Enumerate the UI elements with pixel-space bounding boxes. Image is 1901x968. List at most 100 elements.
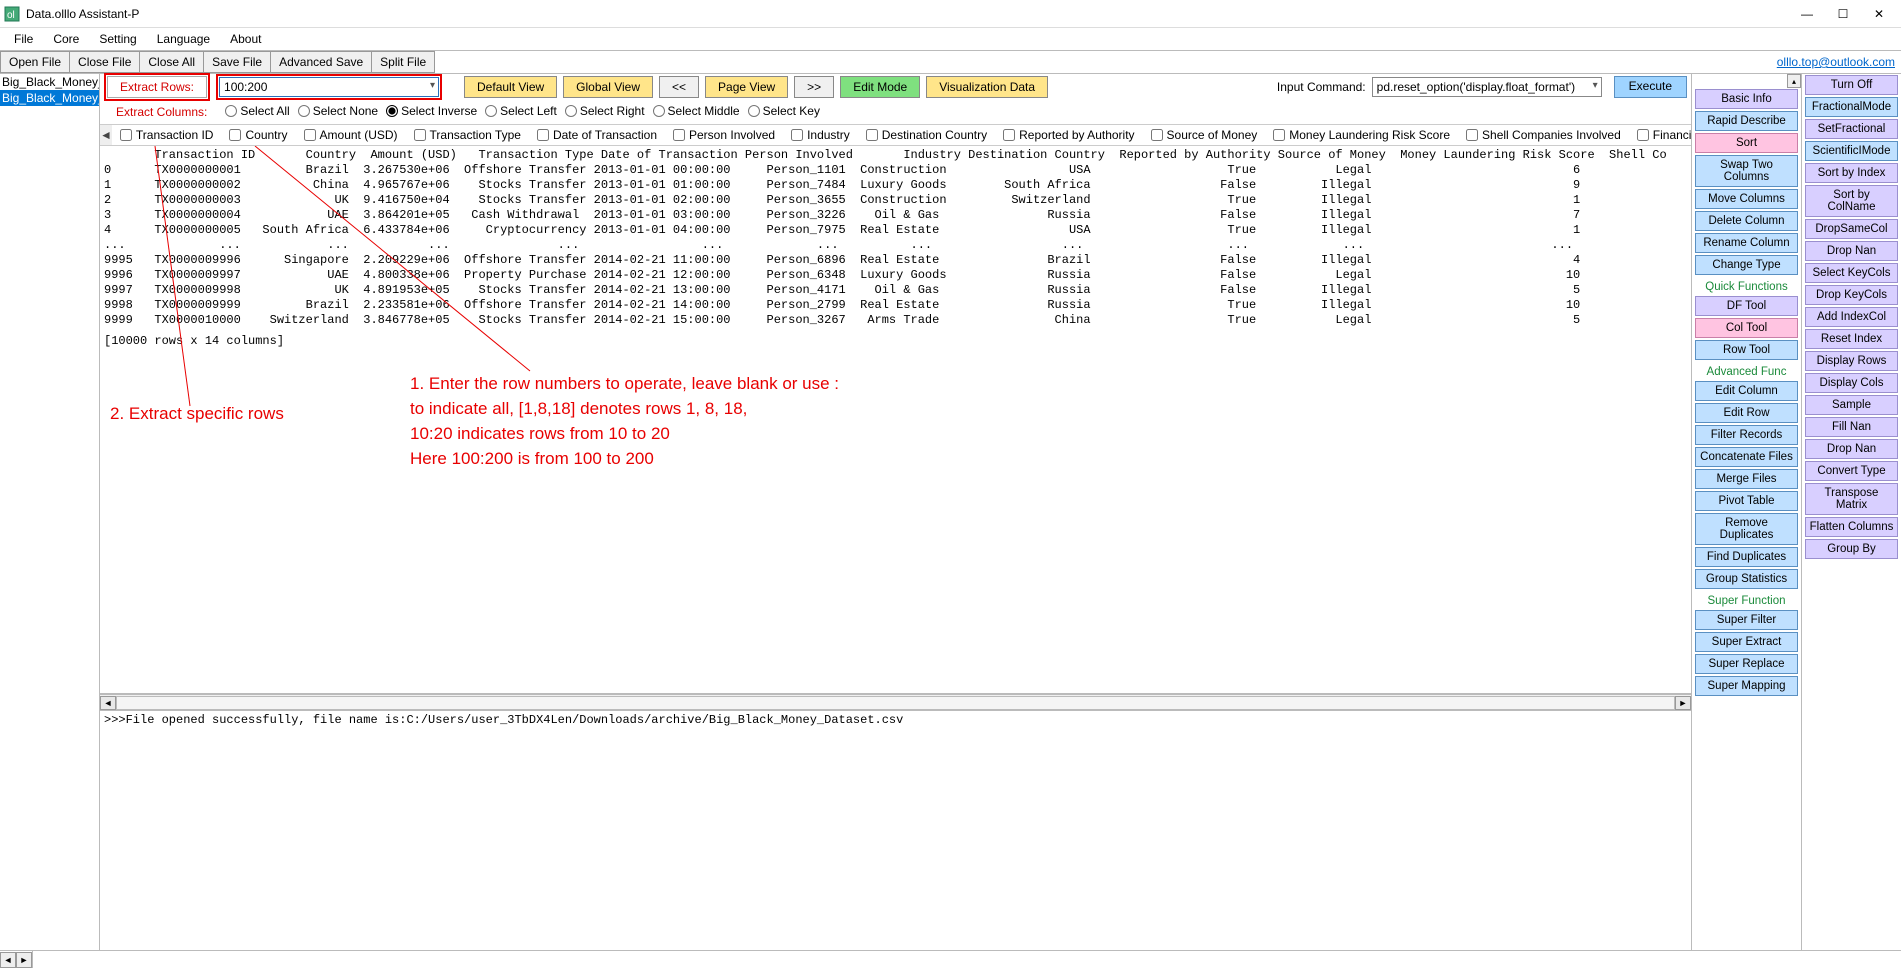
panel-select-keycols[interactable]: Select KeyCols	[1805, 263, 1898, 283]
panel-edit-row[interactable]: Edit Row	[1695, 403, 1798, 423]
radio-select-left[interactable]: Select Left	[485, 104, 557, 118]
toolbar-close-file[interactable]: Close File	[69, 51, 140, 73]
panel-swap-two-columns[interactable]: Swap Two Columns	[1695, 155, 1798, 187]
file-item[interactable]: Big_Black_Money_Data	[0, 90, 99, 106]
panel-reset-index[interactable]: Reset Index	[1805, 329, 1898, 349]
panel-group-by[interactable]: Group By	[1805, 539, 1898, 559]
scroll-left-icon[interactable]: ◄	[100, 125, 112, 145]
next-page-button[interactable]: >>	[794, 76, 834, 98]
panel-remove-duplicates[interactable]: Remove Duplicates	[1695, 513, 1798, 545]
panel-add-indexcol[interactable]: Add IndexCol	[1805, 307, 1898, 327]
file-list[interactable]: Big_Black_Money_DataBig_Black_Money_Data	[0, 74, 100, 950]
toolbar-save-file[interactable]: Save File	[203, 51, 271, 73]
radio-select-middle[interactable]: Select Middle	[653, 104, 740, 118]
panel-rapid-describe[interactable]: Rapid Describe	[1695, 111, 1798, 131]
global-view-button[interactable]: Global View	[563, 76, 653, 98]
column-check-amount-usd-[interactable]: Amount (USD)	[304, 128, 398, 142]
default-view-button[interactable]: Default View	[464, 76, 557, 98]
column-check-shell-companies-involved[interactable]: Shell Companies Involved	[1466, 128, 1621, 142]
radio-select-none[interactable]: Select None	[298, 104, 378, 118]
column-check-person-involved[interactable]: Person Involved	[673, 128, 775, 142]
panel-drop-keycols[interactable]: Drop KeyCols	[1805, 285, 1898, 305]
panel-move-columns[interactable]: Move Columns	[1695, 189, 1798, 209]
menu-core[interactable]: Core	[43, 30, 89, 48]
toolbar-close-all[interactable]: Close All	[139, 51, 204, 73]
panel-fill-nan[interactable]: Fill Nan	[1805, 417, 1898, 437]
column-check-money-laundering-risk-score[interactable]: Money Laundering Risk Score	[1273, 128, 1450, 142]
scroll-up-icon[interactable]: ▴	[1787, 74, 1801, 88]
panel-merge-files[interactable]: Merge Files	[1695, 469, 1798, 489]
panel-df-tool[interactable]: DF Tool	[1695, 296, 1798, 316]
panel-sort-by-colname[interactable]: Sort by ColName	[1805, 185, 1898, 217]
toolbar-split-file[interactable]: Split File	[371, 51, 435, 73]
column-check-reported-by-authority[interactable]: Reported by Authority	[1003, 128, 1134, 142]
panel-super-mapping[interactable]: Super Mapping	[1695, 676, 1798, 696]
menu-file[interactable]: File	[4, 30, 43, 48]
panel-transpose-matrix[interactable]: Transpose Matrix	[1805, 483, 1898, 515]
extract-rows-button[interactable]: Extract Rows:	[107, 76, 207, 98]
panel-basic-info[interactable]: Basic Info	[1695, 89, 1798, 109]
file-item[interactable]: Big_Black_Money_Data	[0, 74, 99, 90]
column-check-date-of-transaction[interactable]: Date of Transaction	[537, 128, 657, 142]
column-check-transaction-type[interactable]: Transaction Type	[414, 128, 521, 142]
page-view-button[interactable]: Page View	[705, 76, 788, 98]
toolbar-open-file[interactable]: Open File	[0, 51, 70, 73]
panel-delete-column[interactable]: Delete Column	[1695, 211, 1798, 231]
column-check-financial[interactable]: Financial	[1637, 128, 1691, 142]
panel-super-filter[interactable]: Super Filter	[1695, 610, 1798, 630]
panel-sample[interactable]: Sample	[1805, 395, 1898, 415]
scroll-right-arrow-icon[interactable]: ►	[1675, 696, 1691, 710]
scroll-left-arrow-icon[interactable]: ◄	[100, 696, 116, 710]
radio-select-all[interactable]: Select All	[225, 104, 289, 118]
menu-language[interactable]: Language	[147, 30, 220, 48]
window-close[interactable]: ✕	[1861, 2, 1897, 26]
panel-scientificimode[interactable]: ScientificIMode	[1805, 141, 1898, 161]
tab-scroll-right-icon[interactable]: ►	[16, 952, 32, 968]
panel-sort-by-index[interactable]: Sort by Index	[1805, 163, 1898, 183]
panel-find-duplicates[interactable]: Find Duplicates	[1695, 547, 1798, 567]
panel-super-extract[interactable]: Super Extract	[1695, 632, 1798, 652]
edit-mode-button[interactable]: Edit Mode	[840, 76, 920, 98]
panel-rename-column[interactable]: Rename Column	[1695, 233, 1798, 253]
panel-super-replace[interactable]: Super Replace	[1695, 654, 1798, 674]
extract-columns-button[interactable]: Extract Columns:	[104, 101, 219, 123]
panel-flatten-columns[interactable]: Flatten Columns	[1805, 517, 1898, 537]
panel-concatenate-files[interactable]: Concatenate Files	[1695, 447, 1798, 467]
panel-turn-off[interactable]: Turn Off	[1805, 75, 1898, 95]
panel-convert-type[interactable]: Convert Type	[1805, 461, 1898, 481]
rows-range-input[interactable]: 100:200	[219, 77, 439, 97]
radio-select-inverse[interactable]: Select Inverse	[386, 104, 477, 118]
panel-display-rows[interactable]: Display Rows	[1805, 351, 1898, 371]
panel-edit-column[interactable]: Edit Column	[1695, 381, 1798, 401]
tab-scroll-left-icon[interactable]: ◄	[0, 952, 16, 968]
panel-dropsamecol[interactable]: DropSameCol	[1805, 219, 1898, 239]
radio-select-right[interactable]: Select Right	[565, 104, 645, 118]
panel-col-tool[interactable]: Col Tool	[1695, 318, 1798, 338]
column-check-country[interactable]: Country	[229, 128, 287, 142]
window-minimize[interactable]: —	[1789, 2, 1825, 26]
column-check-source-of-money[interactable]: Source of Money	[1151, 128, 1258, 142]
execute-button[interactable]: Execute	[1614, 76, 1687, 98]
panel-row-tool[interactable]: Row Tool	[1695, 340, 1798, 360]
data-h-scrollbar[interactable]: ◄ ►	[100, 694, 1691, 710]
panel-drop-nan[interactable]: Drop Nan	[1805, 439, 1898, 459]
window-maximize[interactable]: ☐	[1825, 2, 1861, 26]
panel-filter-records[interactable]: Filter Records	[1695, 425, 1798, 445]
menu-about[interactable]: About	[220, 30, 271, 48]
panel-setfractional[interactable]: SetFractional	[1805, 119, 1898, 139]
panel-change-type[interactable]: Change Type	[1695, 255, 1798, 275]
panel-sort[interactable]: Sort	[1695, 133, 1798, 153]
prev-page-button[interactable]: <<	[659, 76, 699, 98]
visualization-button[interactable]: Visualization Data	[926, 76, 1048, 98]
panel-display-cols[interactable]: Display Cols	[1805, 373, 1898, 393]
contact-link[interactable]: olllo.top@outlook.com	[1777, 55, 1895, 69]
toolbar-advanced-save[interactable]: Advanced Save	[270, 51, 372, 73]
radio-select-key[interactable]: Select Key	[748, 104, 820, 118]
panel-drop-nan[interactable]: Drop Nan	[1805, 241, 1898, 261]
column-check-transaction-id[interactable]: Transaction ID	[120, 128, 214, 142]
column-check-industry[interactable]: Industry	[791, 128, 850, 142]
panel-pivot-table[interactable]: Pivot Table	[1695, 491, 1798, 511]
menu-setting[interactable]: Setting	[89, 30, 146, 48]
column-check-destination-country[interactable]: Destination Country	[866, 128, 987, 142]
panel-fractionalmode[interactable]: FractionalMode	[1805, 97, 1898, 117]
